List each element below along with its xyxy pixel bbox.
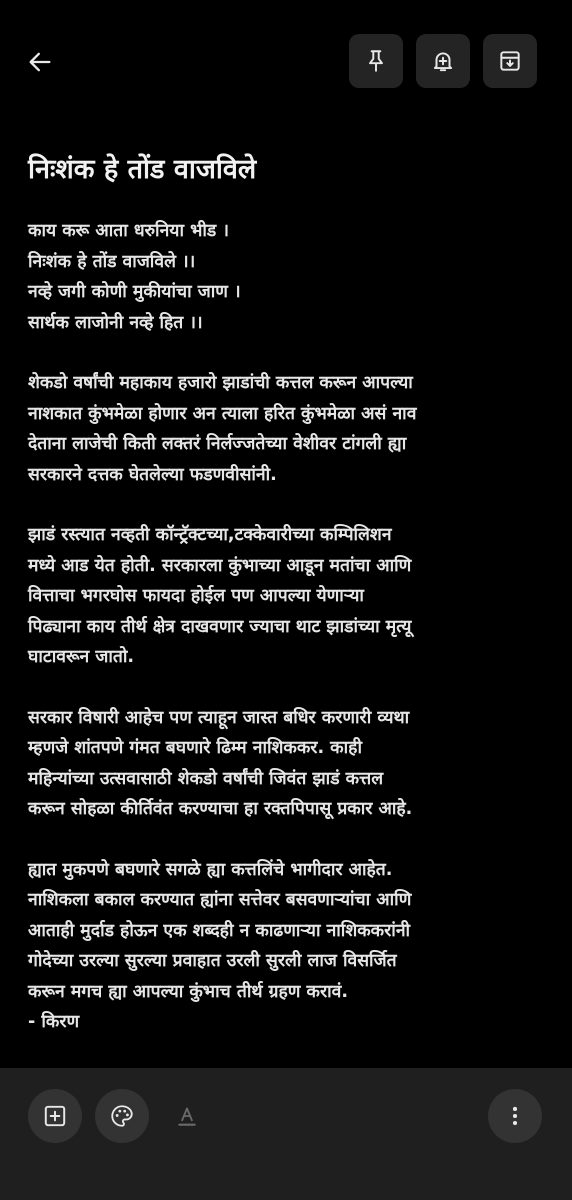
note-line: शेकडो वर्षांची महाकाय हजारो झाडांची कत्त… [28, 373, 413, 393]
note-paragraph: ह्यात मुकपणे बघणारे सगळे ह्या कत्तलिंचे … [28, 855, 548, 1038]
note-line: - किरण [28, 1012, 80, 1032]
note-line: पिढ्याना काय तीर्थ क्षेत्र दाखवणार ज्याच… [28, 616, 412, 637]
more-options-button[interactable] [488, 1089, 542, 1143]
bell-plus-icon [433, 52, 453, 72]
note-line: देताना लाजेची किती लक्तरं निर्लज्जतेच्या… [28, 434, 407, 454]
note-line: सरकारने दत्तक घेतलेल्या फडणवीसांनी. [28, 464, 277, 485]
note-line: नाशकात कुंभमेळा होणार अन त्याला हरित कुं… [28, 403, 417, 424]
back-button[interactable] [18, 40, 62, 84]
note-line: नव्हे जगी कोणी मुकीयांचा जाण । [28, 282, 241, 302]
note-title[interactable]: निःशंक हे तोंड वाजविले [28, 150, 548, 190]
note-line: करून मगच ह्या आपल्या कुंभाच तीर्थ ग्रहण … [28, 981, 349, 1002]
pin-icon [369, 50, 383, 72]
note-paragraph: झाडं रस्त्यात नव्हती कॉन्ट्रॅक्टच्या,टक्… [28, 520, 548, 673]
note-paragraph: काय करू आता धरुनिया भीड । निःशंक हे तोंड … [28, 216, 548, 338]
note-line: महिन्यांच्या उत्सवासाठी शेकडो वर्षांची ज… [28, 768, 384, 789]
note-line: करून सोहळा कीर्तिवंत करण्याचा हा रक्तपिप… [28, 799, 413, 819]
note-line: घाटावरून जातो. [28, 647, 135, 667]
note-content[interactable]: निःशंक हे तोंड वाजविले काय करू आता धरुनि… [28, 150, 548, 1068]
bottom-toolbar [0, 1068, 572, 1200]
note-paragraph: सरकार विषारी आहेच पण त्याहून जास्त बधिर … [28, 703, 548, 825]
note-line: वित्ताचा भगरघोस फायदा होईल पण आपल्या येण… [28, 586, 364, 606]
reminder-button[interactable] [416, 34, 470, 88]
note-line: मध्ये आड येत होती. सरकारला कुंभाच्या आडू… [28, 555, 412, 576]
palette-icon [111, 1105, 133, 1127]
note-line: नाशिकला बकाल करण्यात ह्यांना सत्तेवर बसव… [28, 890, 412, 910]
note-line: सार्थक लाजोनी नव्हे हित ।। [28, 312, 203, 333]
note-body[interactable]: काय करू आता धरुनिया भीड । निःशंक हे तोंड … [28, 216, 548, 1038]
note-line: निःशंक हे तोंड वाजविले ।। [28, 251, 196, 272]
color-palette-button[interactable] [95, 1089, 149, 1143]
more-vertical-icon [512, 1106, 518, 1126]
note-line: ह्यात मुकपणे बघणारे सगळे ह्या कत्तलिंचे … [28, 859, 393, 880]
archive-icon [500, 51, 520, 71]
note-line: झाडं रस्त्यात नव्हती कॉन्ट्रॅक्टच्या,टक्… [28, 525, 392, 545]
text-format-button[interactable] [160, 1089, 214, 1143]
note-paragraph: शेकडो वर्षांची महाकाय हजारो झाडांची कत्त… [28, 368, 548, 490]
top-toolbar [0, 0, 572, 124]
note-line: आताही मुर्दाड होऊन एक शब्दही न काढणाऱ्या… [28, 920, 411, 941]
archive-button[interactable] [483, 34, 537, 88]
add-button[interactable] [28, 1089, 82, 1143]
arrow-left-icon [29, 52, 51, 72]
note-line: म्हणजे शांतपणे गंमत बघणारे ढिम्म नाशिककर… [28, 738, 362, 758]
note-line: सरकार विषारी आहेच पण त्याहून जास्त बधिर … [28, 707, 410, 728]
text-format-icon [178, 1107, 196, 1126]
pin-button[interactable] [349, 34, 403, 88]
note-line: गोदेच्या उरल्या सुरल्या प्रवाहात उरली सु… [28, 951, 397, 971]
add-box-icon [44, 1105, 66, 1127]
note-line: काय करू आता धरुनिया भीड । [28, 221, 229, 241]
